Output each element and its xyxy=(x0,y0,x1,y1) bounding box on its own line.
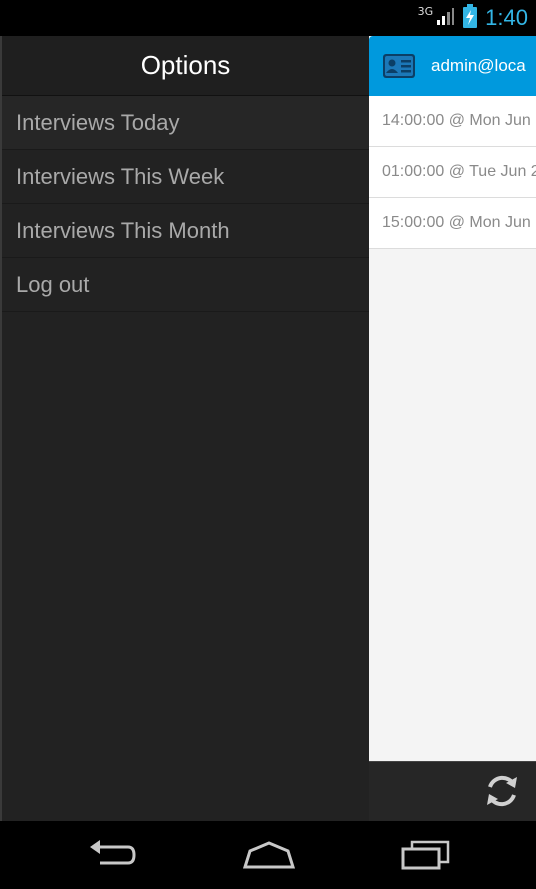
status-clock: 1:40 xyxy=(485,5,528,30)
app-header: admin@loca xyxy=(369,36,536,96)
signal-icon xyxy=(435,6,455,30)
home-icon[interactable] xyxy=(242,839,296,875)
interview-list-item[interactable]: 15:00:00 @ Mon Jun xyxy=(369,198,536,249)
interview-list: 14:00:00 @ Mon Jun 01:00:00 @ Tue Jun 2 … xyxy=(369,96,536,249)
drawer-item-log-out[interactable]: Log out xyxy=(2,258,369,312)
battery-charging-icon xyxy=(463,4,478,32)
system-navigation-bar xyxy=(0,821,536,889)
recent-apps-icon[interactable] xyxy=(400,839,452,875)
refresh-icon[interactable] xyxy=(482,771,522,815)
back-icon[interactable] xyxy=(88,839,138,875)
network-type-label: 3G xyxy=(417,4,434,18)
user-account-label: admin@loca xyxy=(431,56,526,75)
bottom-action-bar xyxy=(369,761,536,821)
drawer-item-interviews-today[interactable]: Interviews Today xyxy=(2,96,369,150)
status-bar: 3G 1:40 xyxy=(0,0,536,36)
contact-card-icon[interactable] xyxy=(383,54,415,82)
drawer-title: Options xyxy=(2,36,369,96)
navigation-drawer: Options Interviews Today Interviews This… xyxy=(0,36,369,821)
interview-list-item[interactable]: 14:00:00 @ Mon Jun xyxy=(369,96,536,147)
drawer-item-interviews-this-week[interactable]: Interviews This Week xyxy=(2,150,369,204)
drawer-item-interviews-this-month[interactable]: Interviews This Month xyxy=(2,204,369,258)
screen-content: admin@loca 14:00:00 @ Mon Jun 01:00:00 @… xyxy=(0,36,536,821)
app-panel: admin@loca 14:00:00 @ Mon Jun 01:00:00 @… xyxy=(369,36,536,821)
status-icons: 3G 1:40 xyxy=(418,0,528,36)
interview-list-item[interactable]: 01:00:00 @ Tue Jun 2 xyxy=(369,147,536,198)
